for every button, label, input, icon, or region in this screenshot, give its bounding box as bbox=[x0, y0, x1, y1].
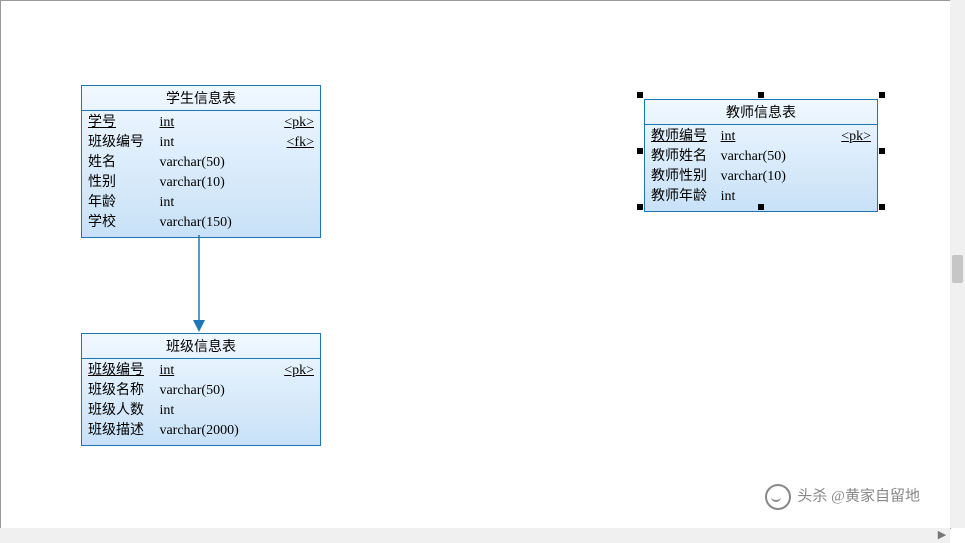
horizontal-scrollbar[interactable]: ▶ bbox=[0, 528, 950, 543]
entity-student-body: 学号 int <pk> 班级编号 int <fk> 姓名 varchar(50)… bbox=[82, 111, 320, 237]
table-row: 教师性别 varchar(10) bbox=[651, 167, 871, 187]
entity-teacher[interactable]: 教师信息表 教师编号 int <pk> 教师姓名 varchar(50) 教师性… bbox=[644, 99, 878, 212]
table-row: 班级编号 int <fk> bbox=[88, 133, 314, 153]
table-row: 年龄 int bbox=[88, 193, 314, 213]
entity-class-body: 班级编号 int <pk> 班级名称 varchar(50) 班级人数 int … bbox=[82, 359, 320, 445]
entity-student-title: 学生信息表 bbox=[82, 86, 320, 111]
table-row: 班级名称 varchar(50) bbox=[88, 381, 314, 401]
resize-handle[interactable] bbox=[879, 92, 885, 98]
watermark-text: 头杀 @黄家自留地 bbox=[797, 488, 920, 504]
vertical-scrollbar[interactable] bbox=[950, 0, 965, 528]
resize-handle[interactable] bbox=[879, 148, 885, 154]
resize-handle[interactable] bbox=[637, 92, 643, 98]
table-row: 教师年龄 int bbox=[651, 187, 871, 207]
resize-handle[interactable] bbox=[637, 204, 643, 210]
entity-class[interactable]: 班级信息表 班级编号 int <pk> 班级名称 varchar(50) 班级人… bbox=[81, 333, 321, 446]
resize-handle[interactable] bbox=[758, 92, 764, 98]
table-row: 教师姓名 varchar(50) bbox=[651, 147, 871, 167]
entity-teacher-title: 教师信息表 bbox=[645, 100, 877, 125]
table-row: 班级描述 varchar(2000) bbox=[88, 421, 314, 441]
table-row: 姓名 varchar(50) bbox=[88, 153, 314, 173]
relation-student-class bbox=[189, 235, 209, 335]
vertical-scrollbar-thumb[interactable] bbox=[952, 255, 963, 283]
diagram-canvas[interactable]: 学生信息表 学号 int <pk> 班级编号 int <fk> 姓名 varch… bbox=[0, 0, 951, 529]
resize-handle[interactable] bbox=[879, 204, 885, 210]
entity-teacher-body: 教师编号 int <pk> 教师姓名 varchar(50) 教师性别 varc… bbox=[645, 125, 877, 211]
entity-class-title: 班级信息表 bbox=[82, 334, 320, 359]
entity-student[interactable]: 学生信息表 学号 int <pk> 班级编号 int <fk> 姓名 varch… bbox=[81, 85, 321, 238]
watermark: 头杀 @黄家自留地 bbox=[765, 484, 920, 510]
resize-handle[interactable] bbox=[637, 148, 643, 154]
table-row: 学校 varchar(150) bbox=[88, 213, 314, 233]
table-row: 班级人数 int bbox=[88, 401, 314, 421]
table-row: 学号 int <pk> bbox=[88, 113, 314, 133]
table-row: 班级编号 int <pk> bbox=[88, 361, 314, 381]
watermark-logo-icon bbox=[765, 484, 791, 510]
scroll-right-icon[interactable]: ▶ bbox=[936, 529, 948, 541]
table-row: 性别 varchar(10) bbox=[88, 173, 314, 193]
table-row: 教师编号 int <pk> bbox=[651, 127, 871, 147]
